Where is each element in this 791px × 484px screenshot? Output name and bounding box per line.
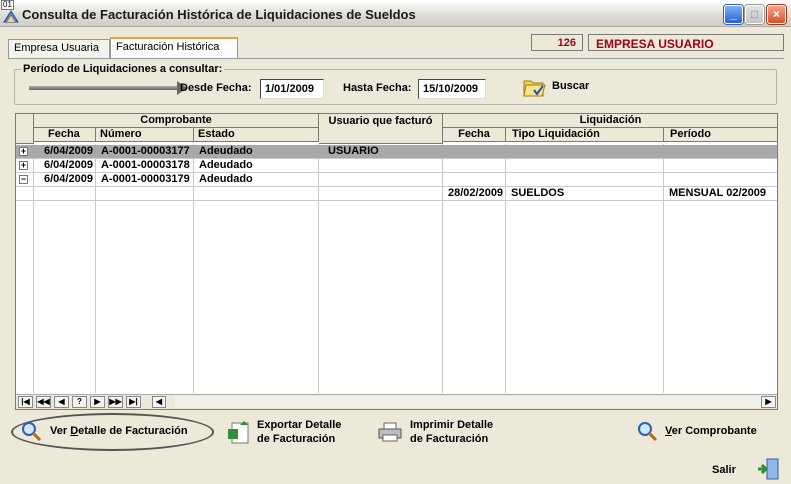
arrow-right-icon — [29, 81, 187, 95]
next-record-button[interactable]: ▶ — [90, 396, 105, 408]
title-bar: 01 Consulta de Facturación Histórica de … — [0, 0, 791, 27]
header-periodo[interactable]: Período — [664, 128, 777, 142]
cell-fecha: 6/04/2009 — [44, 145, 93, 157]
ver-detalle-prefix: Ver — [50, 425, 71, 437]
search-label: Buscar — [552, 80, 590, 92]
header-liq-fecha[interactable]: Fecha — [443, 128, 506, 142]
maximize-icon: □ — [750, 7, 759, 21]
first-record-button[interactable]: |◀ — [18, 396, 33, 408]
close-icon: × — [772, 7, 780, 21]
table-row[interactable]: − 6/04/2009 A-0001-00003179 Adeudado — [16, 173, 777, 187]
period-group: Período de Liquidaciones a consultar: De… — [14, 63, 777, 105]
salir-button[interactable]: Salir — [712, 464, 736, 476]
grid-navigator: |◀ ◀◀ ◀ ? ▶ ▶▶ ▶| ◀ ▶ — [16, 394, 777, 409]
grid-corner — [16, 114, 34, 144]
period-legend: Período de Liquidaciones a consultar: — [21, 63, 225, 75]
last-record-button[interactable]: ▶| — [126, 396, 141, 408]
header-usuario: Usuario que facturó — [319, 114, 443, 144]
to-date-field[interactable]: 15/10/2009 — [418, 79, 486, 99]
tab-panel-border — [8, 58, 784, 59]
header-estado[interactable]: Estado — [194, 128, 319, 142]
company-code: 126 — [531, 34, 583, 51]
window-title: Consulta de Facturación Histórica de Liq… — [22, 7, 416, 22]
company-name: EMPRESA USUARIO — [588, 34, 784, 51]
ver-comprobante-mnemonic: V — [665, 425, 672, 437]
header-comprobante: Comprobante — [34, 114, 319, 128]
ver-comprobante-suffix: er Comprobante — [671, 425, 757, 437]
header-tipo-liquidacion[interactable]: Tipo Liquidación — [506, 128, 664, 142]
magnifier-icon — [22, 422, 42, 442]
from-date-label: Desde Fecha: — [180, 82, 252, 94]
folder-search-icon — [523, 80, 546, 97]
cell-usuario: USUARIO — [328, 145, 379, 157]
exportar-detalle-button[interactable]: Exportar Detalle de Facturación — [257, 418, 341, 446]
cell-numero: A-0001-00003179 — [101, 173, 190, 185]
grid-line — [16, 200, 777, 201]
expand-icon[interactable]: + — [19, 147, 28, 156]
cell-numero: A-0001-00003177 — [101, 145, 190, 157]
collapse-icon[interactable]: − — [19, 175, 28, 184]
cell-periodo: MENSUAL 02/2009 — [669, 187, 767, 199]
ver-comprobante-button[interactable]: Ver Comprobante — [665, 425, 757, 437]
imprimir-line1: Imprimir Detalle — [410, 419, 494, 431]
header-liquidacion: Liquidación — [443, 114, 777, 128]
search-button[interactable]: Buscar — [522, 74, 602, 100]
ver-detalle-suffix: etalle de Facturación — [78, 425, 188, 437]
maximize-button[interactable]: □ — [745, 5, 764, 24]
help-button[interactable]: ? — [72, 396, 87, 408]
prev-page-button[interactable]: ◀◀ — [36, 396, 51, 408]
detail-row[interactable]: 28/02/2009 SUELDOS MENSUAL 02/2009 — [16, 187, 777, 201]
prev-record-button[interactable]: ◀ — [54, 396, 69, 408]
to-date-label: Hasta Fecha: — [343, 82, 412, 94]
minimize-button[interactable]: _ — [724, 5, 743, 24]
scroll-left-button[interactable]: ◀ — [152, 396, 166, 408]
cell-fecha: 6/04/2009 — [44, 159, 93, 171]
header-numero[interactable]: Número — [96, 128, 194, 142]
cell-liq-fecha: 28/02/2009 — [448, 187, 504, 199]
cell-numero: A-0001-00003178 — [101, 159, 190, 171]
minimize-icon: _ — [730, 7, 737, 21]
table-row[interactable]: + 6/04/2009 A-0001-00003177 Adeudado USU… — [16, 145, 777, 159]
imprimir-line2: de Facturación — [410, 433, 489, 445]
exportar-line1: Exportar Detalle — [257, 419, 342, 431]
table-row[interactable]: + 6/04/2009 A-0001-00003178 Adeudado — [16, 159, 777, 173]
billing-grid[interactable]: Comprobante Usuario que facturó Liquidac… — [15, 113, 778, 410]
exit-door-icon[interactable] — [757, 457, 781, 481]
app-icon — [3, 10, 19, 23]
expand-icon[interactable]: + — [19, 161, 28, 170]
imprimir-detalle-button[interactable]: Imprimir Detalle de Facturación — [410, 418, 493, 446]
from-date-field[interactable]: 1/01/2009 — [260, 79, 324, 99]
horizontal-scrollbar[interactable] — [175, 396, 777, 408]
cell-tipo-liquidacion: SUELDOS — [511, 187, 565, 199]
next-page-button[interactable]: ▶▶ — [108, 396, 123, 408]
exportar-line2: de Facturación — [257, 433, 336, 445]
tab-facturacion-historica[interactable]: Facturación Histórica — [110, 37, 238, 58]
ver-detalle-button[interactable]: Ver Detalle de Facturación — [50, 425, 188, 437]
export-icon — [228, 421, 249, 444]
grid-line — [16, 186, 777, 187]
printer-icon — [378, 422, 402, 442]
cell-estado: Adeudado — [199, 159, 253, 171]
grid-line — [16, 158, 777, 159]
cell-fecha: 6/04/2009 — [44, 173, 93, 185]
tab-empresa-usuaria[interactable]: Empresa Usuaria — [8, 39, 110, 58]
scroll-right-button[interactable]: ▶ — [761, 396, 776, 408]
header-fecha[interactable]: Fecha — [34, 128, 96, 142]
magnifier-icon — [638, 422, 658, 442]
grid-line — [16, 172, 777, 173]
cell-estado: Adeudado — [199, 145, 253, 157]
cell-estado: Adeudado — [199, 173, 253, 185]
close-button[interactable]: × — [767, 5, 786, 24]
ver-detalle-mnemonic: D — [70, 425, 79, 437]
